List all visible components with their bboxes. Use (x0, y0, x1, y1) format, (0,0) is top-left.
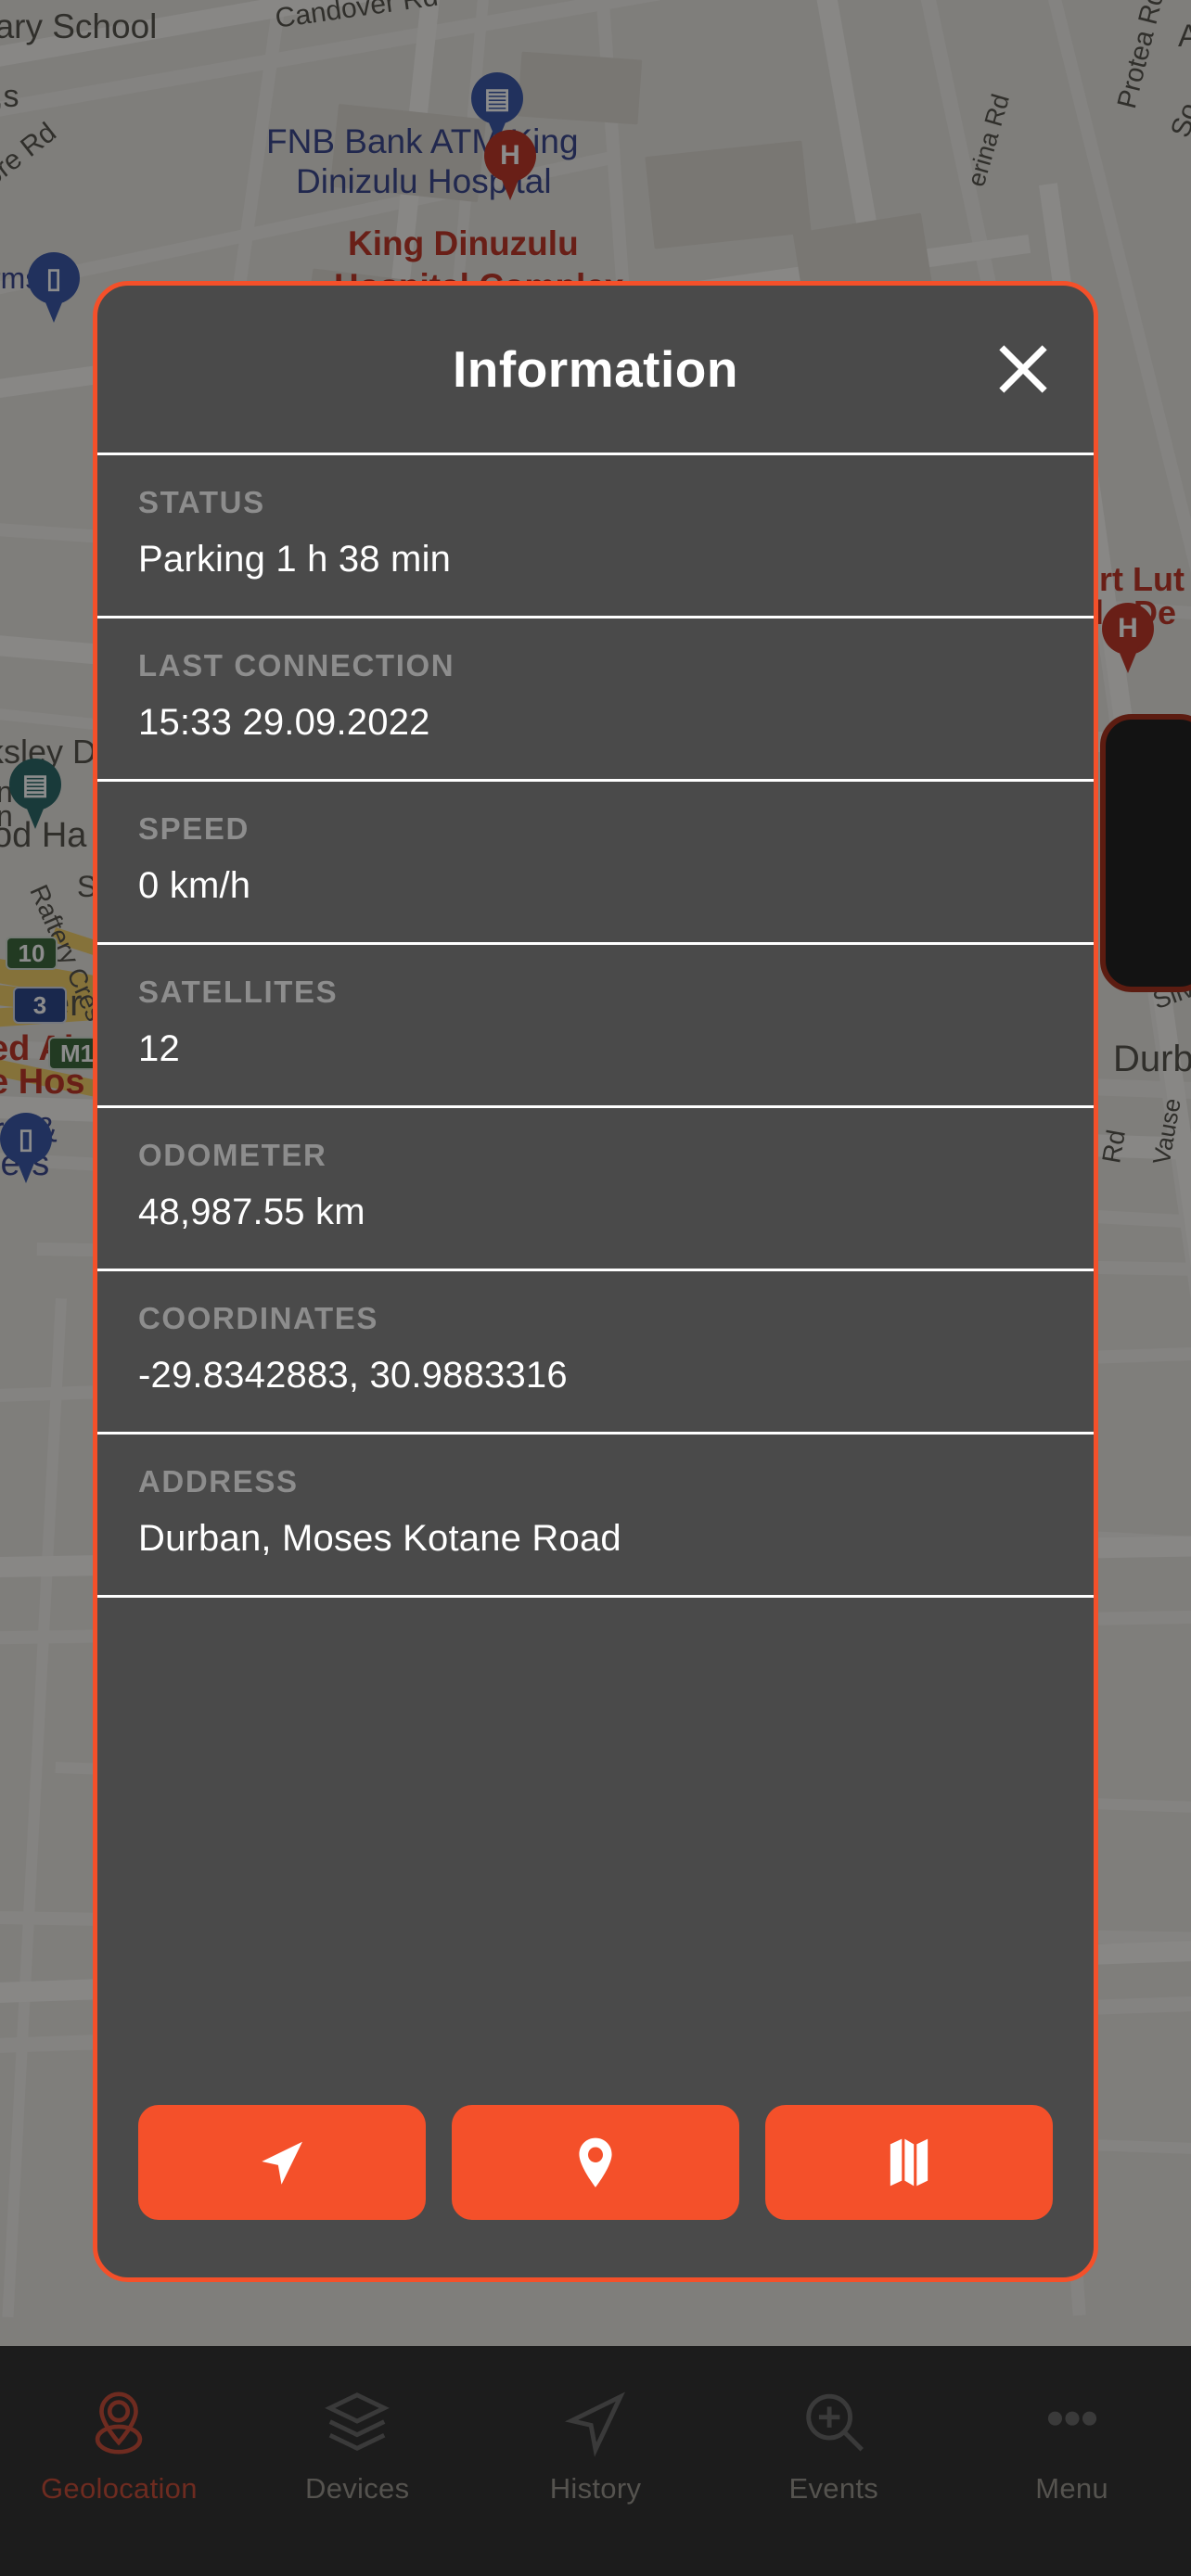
info-row-label: LAST CONNECTION (138, 648, 455, 682)
map-pin-icon (579, 2137, 612, 2187)
tab-geolocation[interactable]: Geolocation (0, 2346, 238, 2506)
tab-label: History (549, 2472, 642, 2505)
info-row: ADDRESS Durban, Moses Kotane Road (97, 1432, 1094, 1595)
rows-empty-space (97, 1595, 1094, 2105)
info-row: ODOMETER 48,987.55 km (97, 1105, 1094, 1269)
folded-map-icon (890, 2138, 928, 2187)
info-row-value: 15:33 29.09.2022 (138, 702, 430, 743)
info-row: STATUS Parking 1 h 38 min (97, 453, 1094, 616)
info-row: COORDINATES -29.8342883, 30.9883316 (97, 1269, 1094, 1432)
magnifier-plus-icon (806, 2393, 864, 2452)
tab-label: Devices (305, 2472, 410, 2505)
info-row-value: -29.8342883, 30.9883316 (138, 1355, 568, 1396)
info-row-label: SPEED (138, 811, 250, 846)
navigate-arrow-icon (564, 2391, 625, 2457)
info-row-label: SATELLITES (138, 975, 339, 1009)
center-on-location-button[interactable] (452, 2105, 739, 2220)
tab-events[interactable]: Events (714, 2346, 953, 2506)
info-row-value: 0 km/h (138, 865, 251, 906)
bottom-tab-bar: Geolocation Devices History Events Menu (0, 2346, 1191, 2576)
info-row-label: COORDINATES (138, 1301, 378, 1335)
page-title: Information (453, 340, 738, 398)
tab-menu[interactable]: Menu (953, 2346, 1191, 2506)
map-layers-button[interactable] (765, 2105, 1053, 2220)
tab-history[interactable]: History (477, 2346, 715, 2506)
three-dots-icon (1047, 2411, 1096, 2426)
information-dialog: Information STATUS Parking 1 h 38 min LAST… (93, 281, 1098, 2282)
dialog-info-rows: STATUS Parking 1 h 38 min LAST CONNECTION 1… (97, 453, 1094, 2105)
info-row-value: Parking 1 h 38 min (138, 539, 452, 580)
tab-label: Events (788, 2472, 879, 2505)
info-row: SPEED 0 km/h (97, 779, 1094, 942)
info-row: SATELLITES 12 (97, 942, 1094, 1105)
close-icon (999, 345, 1047, 393)
tab-label: Menu (1035, 2472, 1108, 2505)
info-row-value: 12 (138, 1028, 180, 1069)
info-row-value: Durban, Moses Kotane Road (138, 1518, 621, 1559)
tab-devices[interactable]: Devices (238, 2346, 477, 2506)
close-button[interactable] (992, 338, 1054, 400)
navigate-button[interactable] (138, 2105, 426, 2220)
info-row: LAST CONNECTION 15:33 29.09.2022 (97, 616, 1094, 779)
tab-label: Geolocation (41, 2472, 198, 2505)
info-row-label: ADDRESS (138, 1464, 299, 1498)
dialog-action-buttons (97, 2105, 1094, 2277)
navigate-arrow-icon (262, 2141, 302, 2185)
info-row-value: 48,987.55 km (138, 1192, 365, 1232)
dialog-header: Information (97, 286, 1094, 453)
info-row-label: STATUS (138, 485, 265, 519)
info-row-label: ODOMETER (138, 1138, 327, 1172)
location-person-icon (96, 2391, 143, 2455)
layers-icon (325, 2392, 391, 2452)
